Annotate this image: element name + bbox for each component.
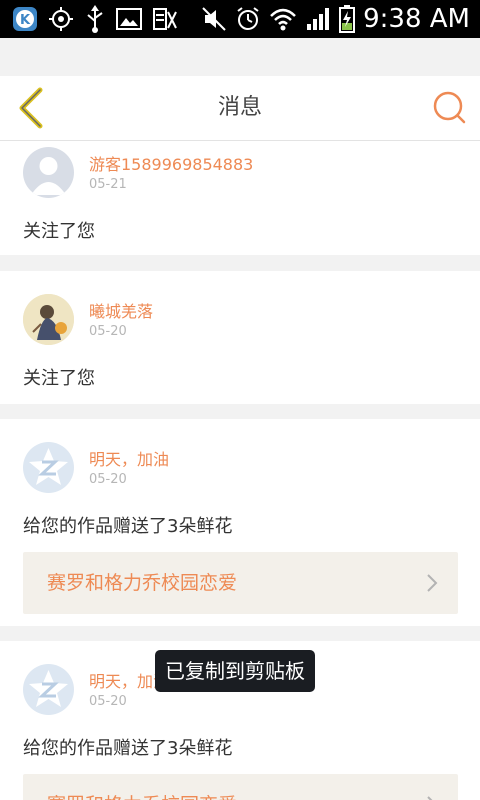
username-link[interactable]: 明天，加油	[89, 446, 169, 470]
search-icon	[433, 91, 466, 124]
photo-avatar[interactable]	[23, 294, 74, 345]
username-link[interactable]: 游客1589969854883	[89, 151, 253, 175]
battery-charging-icon	[339, 5, 356, 33]
message-text: 关注了您	[23, 221, 95, 242]
message-card[interactable]: 游客1589969854883 05-21 关注了您	[0, 141, 480, 255]
message-date: 05-20	[89, 472, 127, 487]
message-card[interactable]: 曦城羌落 05-20 关注了您	[0, 271, 480, 404]
message-text: 给您的作品赠送了3朵鲜花	[23, 516, 233, 537]
clock: 9:38 AM	[363, 4, 470, 34]
work-title: 赛罗和格力乔校园恋爱	[47, 572, 238, 594]
alarm-icon	[235, 6, 261, 32]
work-link[interactable]: 赛罗和格力乔校园恋爱	[23, 774, 458, 800]
qzone-avatar[interactable]	[23, 664, 74, 715]
message-card[interactable]: 明天，加油 05-20 给您的作品赠送了3朵鲜花 赛罗和格力乔校园恋爱	[0, 419, 480, 626]
message-text: 给您的作品赠送了3朵鲜花	[23, 738, 233, 759]
page-title: 消息	[217, 95, 262, 120]
gallery-icon	[116, 7, 142, 31]
chevron-right-icon	[427, 574, 438, 592]
username-link[interactable]: 曦城羌落	[89, 298, 153, 322]
qzone-avatar[interactable]	[23, 442, 74, 493]
message-text: 关注了您	[23, 368, 95, 389]
search-button[interactable]	[430, 88, 470, 128]
message-date: 05-20	[89, 324, 127, 339]
svg-text:K: K	[20, 13, 31, 28]
gps-icon	[48, 6, 74, 32]
message-feed[interactable]: 游客1589969854883 05-21 关注了您 曦城羌落 05-20 关注…	[0, 141, 480, 800]
signal-icon	[305, 6, 331, 32]
app-header: 消息	[0, 76, 480, 141]
work-title: 赛罗和格力乔校园恋爱	[47, 774, 237, 800]
usb-icon	[84, 5, 106, 33]
chevron-right-icon	[427, 796, 433, 800]
message-date: 05-20	[89, 694, 127, 709]
input-icon	[152, 6, 178, 32]
k-app-icon: K	[12, 6, 38, 32]
status-bar: K 9:38 AM	[0, 0, 480, 38]
message-date: 05-21	[89, 177, 127, 192]
wifi-icon	[269, 6, 297, 32]
default-avatar[interactable]	[23, 147, 74, 198]
toast: 已复制到剪贴板	[155, 650, 315, 692]
mute-icon	[201, 6, 227, 32]
work-link[interactable]: 赛罗和格力乔校园恋爱	[23, 552, 458, 614]
